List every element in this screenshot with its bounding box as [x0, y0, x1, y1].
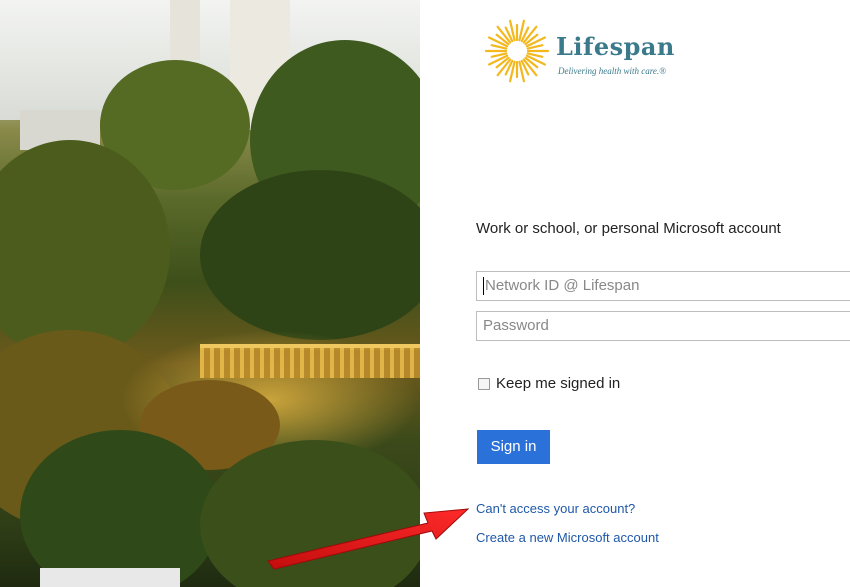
bench	[40, 568, 180, 587]
password-placeholder: Password	[483, 317, 549, 334]
username-input[interactable]: Network ID @ Lifespan	[476, 271, 850, 301]
username-placeholder: Network ID @ Lifespan	[485, 277, 640, 294]
brand-name: Lifespan	[556, 32, 675, 61]
password-input[interactable]: Password	[476, 311, 850, 341]
keep-signed-in-checkbox[interactable]	[478, 377, 490, 390]
cant-access-account-link[interactable]: Can't access your account?	[476, 501, 635, 516]
keep-signed-in-label: Keep me signed in	[496, 375, 621, 392]
text-cursor	[483, 277, 484, 296]
bush	[20, 430, 220, 587]
create-microsoft-account-link[interactable]: Create a new Microsoft account	[476, 530, 659, 545]
keep-signed-in[interactable]: Keep me signed in	[478, 375, 620, 392]
red-arrow-icon	[267, 508, 470, 570]
sun-logo-icon	[484, 19, 550, 83]
account-type-heading: Work or school, or personal Microsoft ac…	[476, 220, 781, 237]
sign-in-button[interactable]: Sign in	[477, 430, 550, 464]
lifespan-logo: Lifespan Delivering health with care.®	[484, 14, 724, 84]
building	[170, 0, 200, 60]
tree	[200, 170, 420, 340]
fence	[200, 348, 420, 378]
brand-tagline: Delivering health with care.®	[558, 66, 666, 76]
